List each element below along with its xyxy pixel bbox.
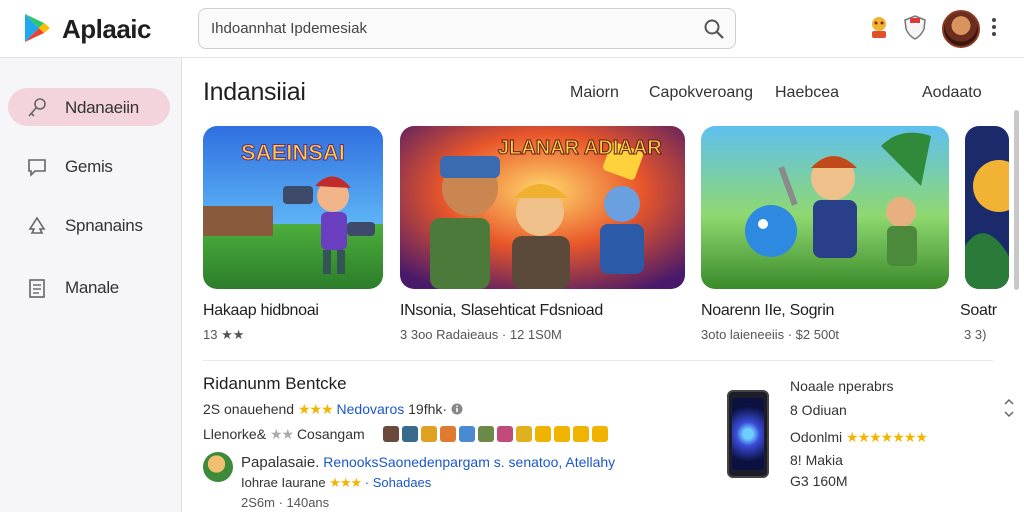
detail-line-2-prefix: Llenorke& [203,426,267,442]
badge-icon [497,426,513,442]
side-panel-title[interactable]: Noaale nperabrs [790,378,894,394]
main-content: Indansiiai Maiorn Capokveroang Haebcea A… [183,58,1024,512]
phone-screen [732,398,764,470]
sidebar-item-label: Ndanaeiin [65,98,139,117]
search-icon[interactable] [703,18,725,40]
game-card-3-image[interactable] [701,126,949,289]
badge-icon [554,426,570,442]
game-card-2-image[interactable]: JLANAR ADIAAR [400,126,685,289]
review-line-2-prefix: Iohrae Iaurane [241,475,326,490]
review-link[interactable]: · Sohadaes [365,475,432,490]
game-art-2-title: JLANAR ADIAAR [498,137,662,159]
detail-line-1-prefix: 2S onauehend [203,401,295,417]
review-line-2: Iohrae Iaurane ★★★ · Sohadaes [241,475,431,491]
phone-thumbnail[interactable] [727,390,769,478]
detail-line-2-suffix: Cosangam [296,426,365,442]
side-panel-stars: ★★★★★★★ [846,429,928,445]
app-brand: Aplaaic [62,14,152,44]
detail-title[interactable]: Ridanunm Bentcke [203,374,347,394]
play-logo-icon[interactable] [22,12,52,44]
review-line-1: Papalasaie. RenooksSaonedenpargam s. sen… [241,454,615,471]
badge-icon [440,426,456,442]
game-card-2-title[interactable]: INsonia, Slasehticat Fdsnioad [400,302,603,320]
game-art-1-title: SAEINSAI [241,140,345,165]
tab-aodaato[interactable]: Aodaato [922,84,982,102]
tab-maiorn[interactable]: Maiorn [570,84,619,102]
detail-line-1-suffix: 19fhk· [408,401,448,417]
badge-icon [535,426,551,442]
search-bar[interactable]: Ihdoannhat Ipdemesiak [198,8,736,49]
game-art-3 [701,126,949,289]
review-text[interactable]: RenooksSaonedenpargam s. senatoo, Atella… [323,454,615,470]
rating-stars-gray: ★★ [269,426,294,442]
badge-icon [573,426,589,442]
side-panel-line-3: 8! Makia [790,452,843,468]
game-card-3-meta: 3oto laieneeiis · $2 500t [701,327,840,342]
game-card-2-meta: 3 3oo Radaieaus · 12 1S0M [400,327,562,342]
detail-line-2: Llenorke& ★★ Cosangam [203,426,365,443]
game-card-4-image[interactable] [965,126,1009,289]
shield-icon[interactable] [900,12,930,42]
tab-capokveroang[interactable]: Capokveroang [649,84,753,102]
sidebar: Ndanaeiin Gemis Spnanains Manale [0,58,182,512]
sidebar-item-gemis[interactable]: Gemis [8,147,170,185]
page-title: Indansiiai [203,78,306,106]
rating-stars: ★★★ [297,401,334,417]
side-panel-line-4: G3 160M [790,473,848,489]
sidebar-item-label: Gemis [65,157,113,176]
side-panel-line-1: 8 Odiuan [790,402,847,418]
chat-icon [28,159,46,177]
game-card-1-image[interactable]: SAEINSAI [203,126,383,289]
sidebar-item-ndanaeiin[interactable]: Ndanaeiin [8,88,170,126]
tab-haebcea[interactable]: Haebcea [775,84,839,102]
info-icon[interactable] [451,403,463,415]
more-options-icon[interactable] [990,16,998,38]
badge-icon [478,426,494,442]
badge-icon [383,426,399,442]
sidebar-item-label: Manale [65,278,119,297]
sidebar-item-manale[interactable]: Manale [8,268,170,306]
side-panel-line-2: Odonlmi ★★★★★★★ [790,429,928,446]
scroll-arrows-icon[interactable] [1002,396,1016,420]
detail-link[interactable]: Nedovaros [337,401,405,417]
badge-icon [516,426,532,442]
game-card-1-title[interactable]: Hakaap hidbnoai [203,302,319,320]
reviewer-avatar[interactable] [203,452,233,482]
reviewer-name: Papalasaie. [241,454,320,471]
review-stars: ★★★ [329,475,362,490]
key-icon [28,98,46,117]
badge-icon [459,426,475,442]
scrollbar-thumb[interactable] [1014,110,1019,290]
game-card-4-title[interactable]: Soatr [960,302,997,320]
tree-icon [28,216,46,234]
rewards-icon[interactable] [864,12,894,42]
section-divider [203,360,993,361]
user-avatar[interactable] [942,10,980,48]
badge-icon [402,426,418,442]
game-card-1-meta: 13 ★★ [203,327,245,342]
side-panel-line-2-prefix: Odonlmi [790,429,843,445]
badge-icon-strip [383,426,608,442]
badge-icon [421,426,437,442]
sidebar-item-label: Spnanains [65,216,143,235]
game-art-4 [965,126,1009,289]
game-card-3-title[interactable]: Noarenn IIe, Sogrin [701,302,834,320]
search-input[interactable]: Ihdoannhat Ipdemesiak [211,20,367,37]
badge-icon [592,426,608,442]
sidebar-item-spnanains[interactable]: Spnanains [8,206,170,244]
detail-line-1: 2S onauehend ★★★ Nedovaros 19fhk· [203,401,463,418]
review-line-3: 2S6m · 140ans [241,495,330,510]
game-art-2: JLANAR ADIAAR [400,126,685,289]
game-art-1: SAEINSAI [203,126,383,289]
document-icon [29,279,45,298]
top-bar: Aplaaic Ihdoannhat Ipdemesiak [0,0,1024,58]
game-card-4-meta: 3 3) [964,327,987,342]
